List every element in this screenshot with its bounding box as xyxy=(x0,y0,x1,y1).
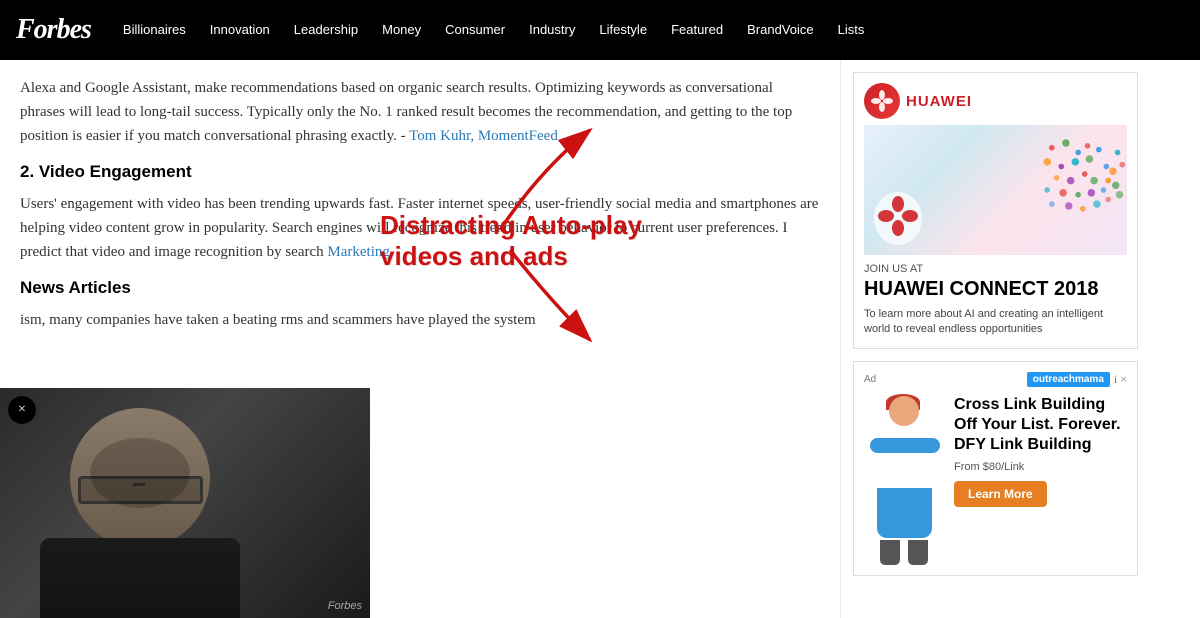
huawei-center-logo xyxy=(878,196,918,236)
ad-label: Ad xyxy=(864,374,876,385)
huawei-ad-title: HUAWEI CONNECT 2018 xyxy=(864,277,1127,301)
person-head xyxy=(70,408,210,548)
article-paragraph-1: Alexa and Google Assistant, make recomme… xyxy=(20,76,820,148)
outreach-ad-close[interactable]: i × xyxy=(1114,372,1127,387)
nav-billionaires[interactable]: Billionaires xyxy=(111,22,198,37)
article-paragraph-3: ism, many companies have taken a beating… xyxy=(20,308,820,332)
outreach-ad-text: Cross Link Building Off Your List. Forev… xyxy=(954,395,1127,507)
nav-leadership[interactable]: Leadership xyxy=(282,22,370,37)
person-body xyxy=(40,538,240,618)
article-area: Alexa and Google Assistant, make recomme… xyxy=(0,60,840,618)
section-3-heading: News Articles xyxy=(20,278,820,298)
page-body: Alexa and Google Assistant, make recomme… xyxy=(0,60,1200,618)
person-glasses xyxy=(78,476,203,504)
forbes-logo[interactable]: Forbes xyxy=(16,14,91,46)
huawei-ad[interactable]: HUAWEI xyxy=(853,72,1138,349)
outreach-ad-content: ! Cross L xyxy=(864,395,1127,565)
mascot-body-container xyxy=(877,418,932,538)
outreach-mascot: ! xyxy=(864,395,944,565)
video-frame: Forbes xyxy=(0,388,370,618)
nav-money[interactable]: Money xyxy=(370,22,433,37)
nav-consumer[interactable]: Consumer xyxy=(433,22,517,37)
huawei-ad-description: To learn more about AI and creating an i… xyxy=(864,307,1127,338)
mascot-head xyxy=(889,396,919,426)
huawei-logo-row: HUAWEI xyxy=(864,83,1127,119)
outreachmama-ad[interactable]: Ad outreachmama i × ! xyxy=(853,361,1138,576)
huawei-icon xyxy=(864,83,900,119)
outreach-logo-area: outreachmama i × xyxy=(1027,372,1127,387)
nav-brandvoice[interactable]: BrandVoice xyxy=(735,22,826,37)
mascot-leg-right xyxy=(908,540,928,565)
outreach-brand-logo: outreachmama xyxy=(1027,372,1110,387)
video-watermark: Forbes xyxy=(328,600,362,612)
article-paragraph-2: Users' engagement with video has been tr… xyxy=(20,192,820,264)
marketing-link[interactable]: Marketing xyxy=(327,244,389,260)
nav-lifestyle[interactable]: Lifestyle xyxy=(587,22,659,37)
nav-featured[interactable]: Featured xyxy=(659,22,735,37)
outreach-price: From $80/Link xyxy=(954,461,1127,473)
mascot-lower-body xyxy=(877,488,932,538)
huawei-text-logo: HUAWEI xyxy=(906,93,972,110)
nav-links-list: Billionaires Innovation Leadership Money… xyxy=(111,21,1184,39)
huawei-flower-icon xyxy=(871,90,893,112)
mascot-arms xyxy=(870,438,940,453)
mascot-leg-left xyxy=(880,540,900,565)
person-silhouette xyxy=(20,398,340,618)
main-navigation: Forbes Billionaires Innovation Leadershi… xyxy=(0,0,1200,60)
nav-lists[interactable]: Lists xyxy=(826,22,877,37)
video-player[interactable]: × Forbes xyxy=(0,388,370,618)
outreach-ad-header: Ad outreachmama i × xyxy=(864,372,1127,387)
sidebar: HUAWEI xyxy=(840,60,1150,618)
mascot-legs xyxy=(880,540,928,565)
video-close-button[interactable]: × xyxy=(8,396,36,424)
mascot-figure: ! xyxy=(864,395,944,565)
nav-industry[interactable]: Industry xyxy=(517,22,587,37)
huawei-join-text: JOIN US AT xyxy=(864,263,1127,275)
nav-innovation[interactable]: Innovation xyxy=(198,22,282,37)
author-link[interactable]: Tom Kuhr, MomentFeed xyxy=(409,128,558,144)
huawei-graphic xyxy=(864,125,1127,255)
outreach-cta-button[interactable]: Learn More xyxy=(954,481,1047,507)
section-2-heading: 2. Video Engagement xyxy=(20,162,820,182)
outreach-headline: Cross Link Building Off Your List. Forev… xyxy=(954,395,1127,455)
